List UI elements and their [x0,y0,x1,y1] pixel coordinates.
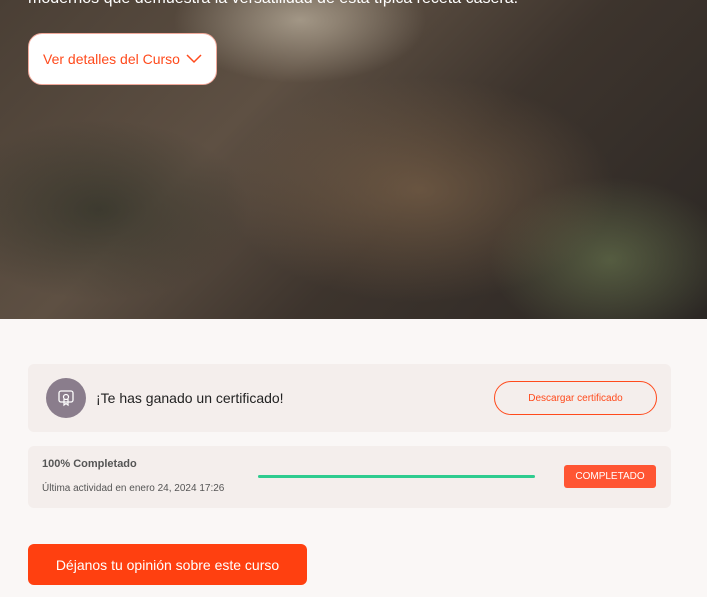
progress-bar-fill [258,475,535,478]
certificate-card: ¡Te has ganado un certificado! Descargar… [28,364,671,432]
download-certificate-button[interactable]: Descargar certificado [494,381,657,415]
course-hero-image: modernos que demuestra la versatilidad d… [0,0,707,319]
course-details-label: Ver detalles del Curso [43,51,180,67]
course-description: modernos que demuestra la versatilidad d… [28,0,518,8]
last-activity-text: Última actividad en enero 24, 2024 17:26 [42,483,225,494]
certificate-icon [46,378,86,418]
progress-card: 100% Completado Última actividad en ener… [28,446,671,508]
course-details-button[interactable]: Ver detalles del Curso [28,33,217,85]
progress-percent-label: 100% Completado [42,458,137,470]
progress-bar [258,475,535,478]
chevron-down-icon [186,51,202,67]
status-badge: COMPLETADO [564,465,656,488]
certificate-title: ¡Te has ganado un certificado! [96,390,284,406]
leave-review-button[interactable]: Déjanos tu opinión sobre este curso [28,544,307,585]
